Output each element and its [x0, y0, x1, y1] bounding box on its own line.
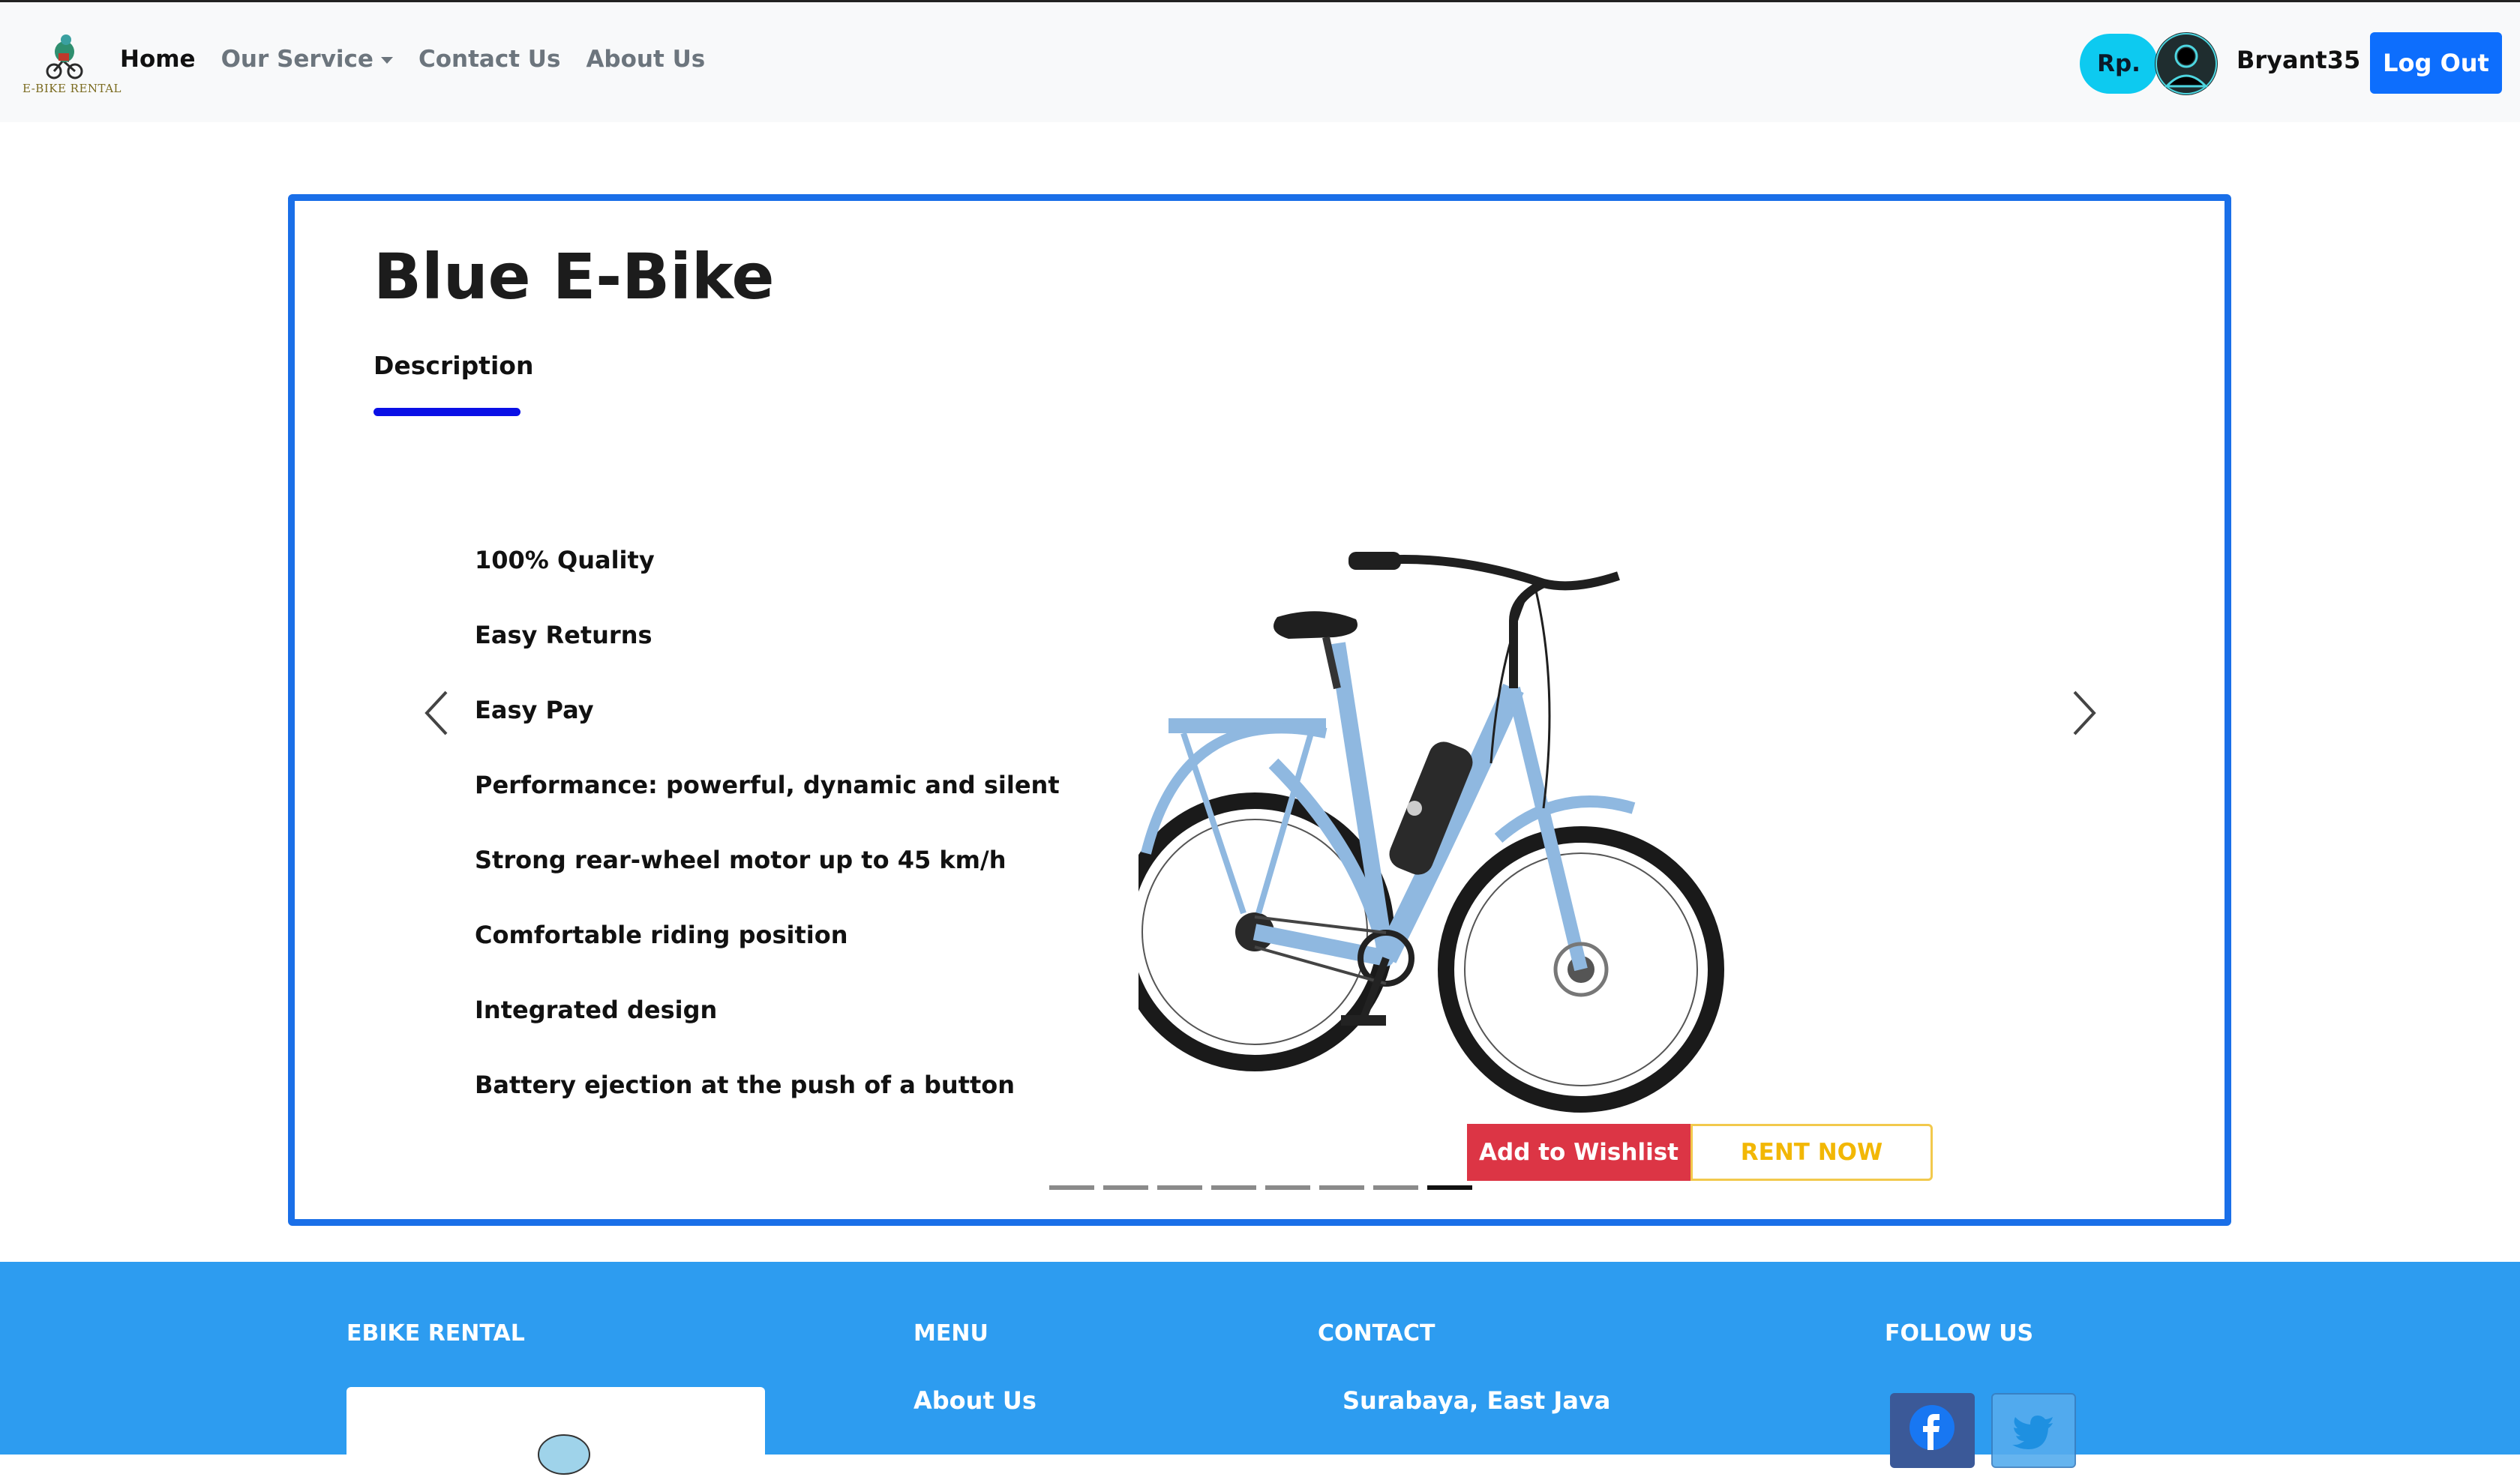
product-card: Blue E-Bike Description 100% Quality Eas… [288, 194, 2231, 1226]
facebook-icon [1910, 1405, 1954, 1450]
nav-links: Home Our Service Contact Us About Us [120, 46, 705, 73]
tab-active-underline [374, 408, 520, 416]
nav-about-us[interactable]: About Us [586, 46, 705, 73]
nav-our-service-dropdown[interactable]: Our Service [221, 46, 393, 73]
tab-description[interactable]: Description [374, 351, 533, 380]
footer-logo-box [346, 1387, 765, 1477]
footer-heading-menu: MENU [914, 1320, 988, 1347]
feature-item: 100% Quality [475, 546, 655, 574]
carousel-indicator-5[interactable] [1265, 1185, 1310, 1190]
bike-rider-logo-icon [46, 34, 83, 79]
nav-contact-us[interactable]: Contact Us [418, 46, 560, 73]
twitter-button[interactable] [1991, 1393, 2076, 1468]
product-image-bike [1138, 552, 1724, 1113]
footer-col-menu: MENU [914, 1320, 988, 1347]
currency-badge[interactable]: Rp. [2080, 34, 2158, 94]
feature-item: Strong rear-wheel motor up to 45 km/h [475, 846, 1006, 874]
user-avatar-icon[interactable] [2155, 32, 2218, 95]
feature-list: 100% Quality Easy Returns Easy Pay Perfo… [475, 546, 1060, 1146]
username[interactable]: Bryant35 [2236, 46, 2360, 74]
feature-item: Integrated design [475, 996, 718, 1024]
footer-logo-icon [538, 1434, 590, 1475]
carousel-prev-button[interactable] [415, 683, 460, 743]
site-logo[interactable]: E-BIKE RENTAL [22, 32, 122, 100]
carousel-next-button[interactable] [2061, 683, 2106, 743]
rent-now-button[interactable]: RENT NOW [1690, 1124, 1933, 1181]
carousel-indicator-6[interactable] [1319, 1185, 1364, 1190]
caret-down-icon [380, 57, 393, 64]
feature-item: Performance: powerful, dynamic and silen… [475, 771, 1060, 799]
chevron-left-icon [424, 691, 448, 736]
add-to-wishlist-button[interactable]: Add to Wishlist [1467, 1124, 1690, 1181]
avatar-silhouette-icon [2156, 33, 2217, 94]
footer-heading-brand: EBIKE RENTAL [346, 1320, 525, 1347]
footer-link-about-us[interactable]: About Us [914, 1386, 1036, 1415]
feature-item: Battery ejection at the push of a button [475, 1071, 1016, 1099]
footer-col-follow: FOLLOW US [1885, 1320, 2033, 1347]
navbar: E-BIKE RENTAL Home Our Service Contact U… [0, 0, 2520, 122]
chevron-right-icon [2073, 691, 2096, 736]
logo-text: E-BIKE RENTAL [22, 82, 122, 95]
carousel-indicator-2[interactable] [1103, 1185, 1148, 1190]
footer: EBIKE RENTAL MENU About Us CONTACT Surab… [0, 1262, 2520, 1477]
nav-our-service-label: Our Service [220, 46, 374, 73]
feature-item: Comfortable riding position [475, 921, 848, 949]
logout-button[interactable]: Log Out [2370, 32, 2502, 94]
carousel-indicator-1[interactable] [1049, 1185, 1094, 1190]
footer-col-contact: CONTACT [1318, 1320, 1435, 1347]
product-title: Blue E-Bike [374, 240, 775, 313]
carousel-indicator-8-active[interactable] [1427, 1185, 1472, 1190]
footer-heading-contact: CONTACT [1318, 1320, 1436, 1347]
facebook-button[interactable] [1890, 1393, 1975, 1468]
carousel-indicator-4[interactable] [1211, 1185, 1256, 1190]
twitter-icon [2012, 1416, 2053, 1449]
carousel-indicator-3[interactable] [1157, 1185, 1202, 1190]
footer-col-brand: EBIKE RENTAL [346, 1320, 525, 1347]
nav-home[interactable]: Home [120, 46, 196, 73]
feature-item: Easy Pay [475, 696, 594, 724]
footer-heading-follow: FOLLOW US [1885, 1320, 2034, 1347]
carousel-indicators [1049, 1185, 1472, 1190]
carousel-indicator-7[interactable] [1373, 1185, 1418, 1190]
footer-contact-address: Surabaya, East Java [1342, 1386, 1611, 1415]
feature-item: Easy Returns [475, 621, 652, 649]
